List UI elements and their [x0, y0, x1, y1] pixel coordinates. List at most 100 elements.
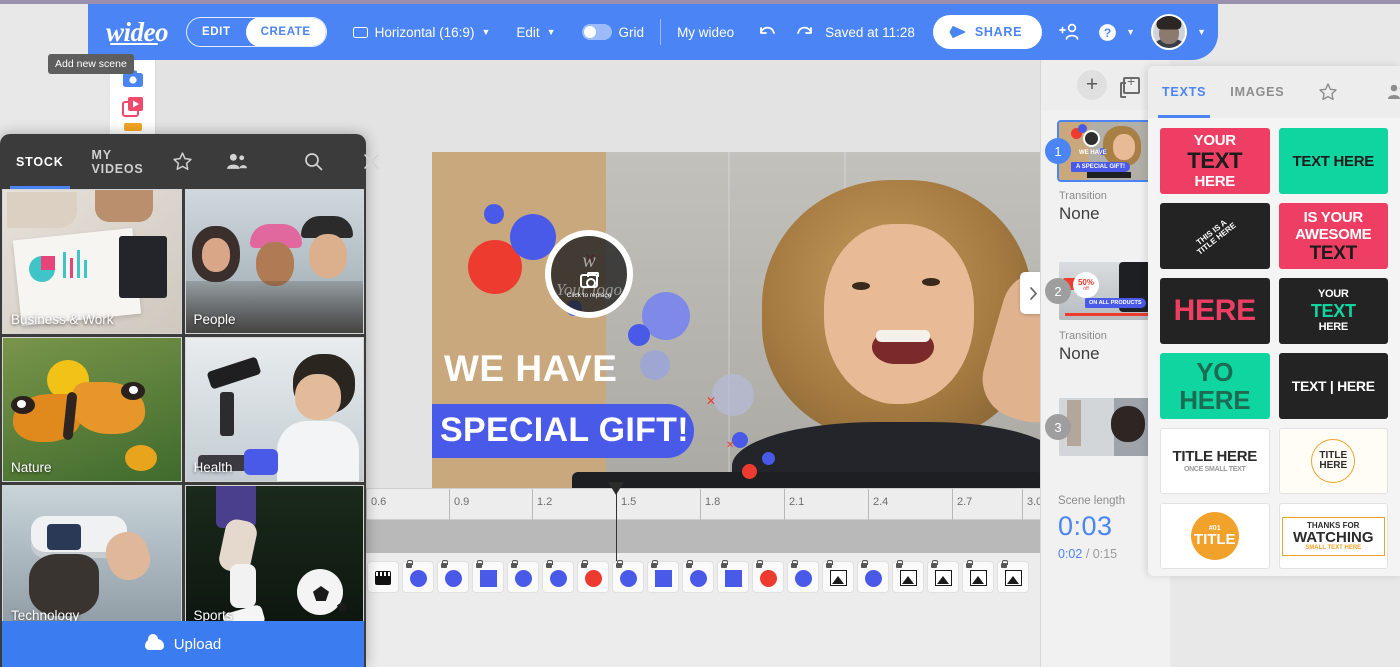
search-icon[interactable] [304, 152, 323, 171]
timeline-layer-chip[interactable] [753, 560, 783, 592]
text-template-card[interactable]: TEXT HERE [1278, 128, 1388, 194]
video-icon[interactable] [121, 96, 145, 117]
people-icon[interactable] [1386, 83, 1400, 101]
grid-switch[interactable] [581, 24, 612, 40]
wideo-logo[interactable]: wideo [106, 17, 169, 48]
category-label: Nature [11, 460, 52, 475]
canvas-subheadline[interactable]: SPECIAL GIFT! [440, 411, 689, 450]
grid-toggle[interactable]: Grid [581, 24, 644, 40]
text-template-card[interactable]: YO HERE [1160, 353, 1270, 419]
scene-item-2[interactable]: 2 50% off ON ALL PRODUCTS [1045, 262, 1160, 320]
timeline-ruler[interactable]: 0.6 0.9 1.2 1.5 1.8 2.1 2.4 2.7 3.0 [360, 488, 1042, 521]
timeline-layer-chip[interactable] [718, 560, 748, 592]
category-card-technology[interactable]: Technology [2, 485, 182, 630]
text-template-card[interactable]: THANKS FOR WATCHING SMALL TEXT HERE [1278, 503, 1388, 569]
canvas-headline[interactable]: WE HAVE [444, 348, 617, 390]
lock-icon [511, 560, 518, 568]
format-selector[interactable]: Horizontal (16:9) ▼ [352, 25, 490, 40]
user-menu[interactable]: ▼ [1151, 14, 1206, 50]
tab-texts[interactable]: TEXTS [1157, 66, 1211, 118]
text-template-card[interactable]: THIS IS A TITLE HERE [1160, 203, 1270, 269]
text-template-card[interactable]: YOUR TEXT HERE [1278, 278, 1388, 344]
timeline-layer-chip[interactable] [788, 560, 818, 592]
edit-menu[interactable]: Edit ▼ [516, 25, 555, 40]
timeline-layer-chip[interactable] [823, 560, 853, 592]
text-library-panel: TEXTS IMAGES YOUR TEXT HERE TEXT HERE THIS I… [1148, 66, 1400, 576]
mode-switch[interactable]: EDIT CREATE [186, 17, 327, 47]
add-person-icon[interactable] [1058, 22, 1082, 42]
duplicate-scene-icon[interactable] [1120, 74, 1140, 98]
media-category-grid[interactable]: Business & Work People Nature Health Tec… [0, 189, 366, 630]
tick-label: 2.4 [873, 496, 889, 508]
tab-stock[interactable]: STOCK [10, 134, 70, 189]
video-canvas[interactable]: ✕ ✕ ✕ ✕ Your logo w Click to replace WE … [432, 152, 1076, 514]
text-template-card[interactable]: HERE [1160, 278, 1270, 344]
text-template-card[interactable]: IS YOUR AWESOME TEXT [1278, 203, 1388, 269]
shape-icon [445, 570, 462, 587]
avatar[interactable] [1151, 14, 1188, 50]
text-template-card[interactable]: TITLE HERE [1278, 428, 1388, 494]
scene-item-1[interactable]: 1 WE HAVE A SPECIAL GIFT! [1045, 120, 1161, 182]
close-icon[interactable] [363, 153, 380, 170]
text-template-line: YO [1196, 357, 1234, 387]
category-card-health[interactable]: Health [184, 337, 364, 482]
undo-icon[interactable] [757, 24, 777, 40]
mode-create[interactable]: CREATE [245, 18, 326, 46]
timeline-layer-chip[interactable] [438, 560, 468, 592]
tab-images[interactable]: IMAGES [1230, 66, 1284, 118]
timeline-layer-chip[interactable] [683, 560, 713, 592]
add-scene-button[interactable]: + [1077, 70, 1107, 100]
timeline-layer-chip[interactable] [368, 562, 398, 592]
current-time: 0:02 [1058, 547, 1083, 561]
text-template-grid[interactable]: YOUR TEXT HERE TEXT HERE THIS IS A TITLE HERE… [1148, 118, 1400, 579]
lock-icon [826, 560, 833, 568]
decor-dot [628, 324, 650, 346]
timeline-layer-chip[interactable] [543, 560, 573, 592]
tab-my-videos[interactable]: MY VIDEOS [92, 134, 144, 189]
upload-button[interactable]: Upload [2, 621, 364, 667]
text-template-card[interactable]: YOUR TEXT HERE [1160, 128, 1270, 194]
timeline-track[interactable] [360, 520, 1040, 553]
text-template-card[interactable]: TITLE HERE ONCE SMALL TEXT [1160, 428, 1270, 494]
people-icon[interactable] [225, 152, 248, 171]
shape-icon [865, 570, 882, 587]
project-title[interactable]: My wideo [677, 25, 734, 40]
text-template-card[interactable]: TEXT | HERE [1278, 353, 1388, 419]
timeline-layer-chip[interactable] [613, 560, 643, 592]
timeline-layer-chip[interactable] [648, 560, 678, 592]
star-icon[interactable] [172, 151, 193, 172]
category-card-business[interactable]: Business & Work [2, 189, 182, 334]
category-label: People [193, 312, 236, 327]
timeline-layer-chip[interactable] [508, 560, 538, 592]
redo-icon[interactable] [795, 24, 815, 40]
star-icon[interactable] [1318, 82, 1338, 102]
scene-thumbnail[interactable] [1059, 398, 1159, 456]
scene-number: 1 [1045, 138, 1071, 164]
timeline[interactable]: 0.6 0.9 1.2 1.5 1.8 2.1 2.4 2.7 3.0 [360, 482, 1042, 667]
share-button[interactable]: SHARE [932, 15, 1043, 49]
lock-icon [721, 560, 728, 568]
timeline-layer-chip[interactable] [473, 560, 503, 592]
tick-label: 2.1 [789, 496, 805, 508]
text-template-card[interactable]: #01 TITLE [1160, 503, 1270, 569]
category-card-nature[interactable]: Nature [2, 337, 182, 482]
tick-label: 1.5 [621, 496, 637, 508]
logo-placeholder[interactable]: Your logo w Click to replace [545, 230, 633, 318]
timeline-layer-strip[interactable] [360, 553, 1040, 601]
saved-status: Saved at 11:28 [825, 24, 915, 40]
timeline-layer-chip[interactable] [998, 560, 1028, 592]
scene-number: 2 [1045, 278, 1071, 304]
timeline-layer-chip[interactable] [963, 560, 993, 592]
mode-edit[interactable]: EDIT [187, 18, 246, 46]
timeline-layer-chip[interactable] [928, 560, 958, 592]
category-card-people[interactable]: People [184, 189, 364, 334]
timeline-layer-chip[interactable] [893, 560, 923, 592]
category-card-sports[interactable]: Sports [184, 485, 364, 630]
timeline-layer-chip[interactable] [403, 560, 433, 592]
scene-thumbnail[interactable]: 50% off ON ALL PRODUCTS [1059, 262, 1159, 320]
help-menu[interactable]: ? ▼ [1098, 23, 1135, 42]
timeline-layer-chip[interactable] [578, 560, 608, 592]
scene-item-3[interactable]: 3 [1045, 398, 1160, 456]
scene-thumbnail[interactable]: WE HAVE A SPECIAL GIFT! [1057, 120, 1161, 182]
timeline-layer-chip[interactable] [858, 560, 888, 592]
